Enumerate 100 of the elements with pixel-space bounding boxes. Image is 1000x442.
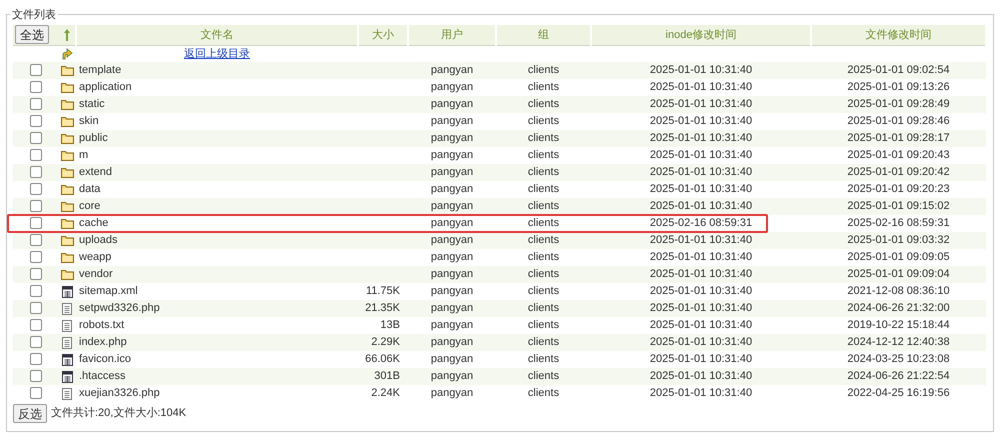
file-name: setpwd3326.php — [79, 302, 160, 314]
inode-time: 2025-01-01 10:31:40 — [650, 234, 752, 246]
folder-icon — [60, 150, 74, 161]
owner-name: pangyan — [430, 115, 474, 128]
row-checkbox[interactable] — [30, 302, 42, 314]
modified-time: 2022-04-25 16:19:56 — [847, 387, 950, 400]
row-checkbox[interactable] — [30, 268, 42, 280]
row-checkbox[interactable] — [30, 98, 42, 110]
invert-selection-button[interactable]: 反选 — [13, 404, 47, 423]
modified-time: 2025-01-01 09:20:43 — [847, 149, 950, 162]
file-name: index.php — [79, 336, 127, 348]
file-name: core — [79, 200, 100, 212]
column-header[interactable]: 组 — [538, 28, 549, 40]
folder-icon — [60, 132, 74, 144]
row-checkbox[interactable] — [30, 64, 42, 76]
modified-time: 2025-01-01 09:28:46 — [847, 115, 950, 128]
inode-time: 2025-01-01 10:31:40 — [650, 98, 752, 110]
group-name: clients — [528, 370, 560, 382]
modified-time: 2024-12-12 12:40:38 — [847, 336, 950, 348]
file-size: 2.24K — [371, 387, 400, 400]
modified-time: 2024-06-26 21:22:54 — [847, 370, 950, 382]
row-checkbox[interactable] — [30, 370, 42, 382]
modified-time: 2021-12-08 08:36:10 — [847, 285, 950, 298]
text-file-icon — [62, 336, 72, 348]
row-checkbox[interactable] — [30, 200, 42, 212]
row-checkbox[interactable] — [30, 285, 42, 298]
row-checkbox[interactable] — [30, 115, 42, 128]
sort-up-arrow-icon[interactable] — [64, 28, 70, 41]
inode-time: 2025-01-01 10:31:40 — [650, 183, 752, 196]
folder-icon — [60, 234, 74, 246]
file-name: extend — [79, 166, 112, 178]
owner-name: pangyan — [430, 251, 474, 264]
file-size: 21.35K — [365, 302, 400, 314]
group-name: clients — [528, 64, 560, 76]
select-all-button[interactable]: 全选 — [15, 25, 49, 44]
owner-name: pangyan — [430, 268, 474, 280]
owner-name: pangyan — [430, 64, 474, 76]
modified-time: 2025-01-01 09:13:26 — [847, 81, 950, 94]
group-name: clients — [528, 285, 560, 298]
text-file-icon — [62, 320, 72, 332]
modified-time: 2025-01-01 09:03:32 — [847, 234, 950, 246]
binary-file-icon — [62, 286, 72, 298]
folder-icon — [60, 98, 74, 110]
modified-time: 2025-01-01 09:20:42 — [847, 166, 950, 178]
row-checkbox[interactable] — [30, 166, 42, 178]
inode-time: 2025-01-01 10:31:40 — [650, 251, 752, 264]
folder-icon — [60, 184, 74, 195]
column-header[interactable]: 大小 — [372, 28, 394, 40]
group-name: clients — [528, 200, 560, 212]
file-size: 11.75K — [366, 285, 400, 298]
row-checkbox[interactable] — [30, 353, 42, 366]
binary-file-icon — [62, 354, 72, 366]
file-name: weapp — [79, 251, 112, 264]
modified-time: 2024-03-25 10:23:08 — [847, 353, 950, 366]
inode-time: 2025-01-01 10:31:40 — [650, 336, 752, 348]
owner-name: pangyan — [430, 183, 474, 196]
file-name: favicon.ico — [79, 353, 131, 366]
folder-icon — [60, 64, 74, 76]
row-checkbox[interactable] — [30, 387, 42, 400]
inode-time: 2025-01-01 10:31:40 — [650, 166, 752, 178]
owner-name: pangyan — [430, 336, 474, 348]
parent-folder-arrow-icon[interactable] — [61, 48, 73, 60]
inode-time: 2025-01-01 10:31:40 — [650, 115, 752, 128]
owner-name: pangyan — [430, 166, 474, 178]
group-name: clients — [528, 81, 560, 94]
row-checkbox[interactable] — [30, 149, 42, 162]
row-checkbox[interactable] — [30, 251, 42, 264]
inode-time: 2025-01-01 10:31:40 — [650, 64, 752, 76]
owner-name: pangyan — [430, 302, 474, 314]
column-header[interactable]: 文件名 — [200, 28, 234, 40]
row-checkbox[interactable] — [30, 183, 42, 196]
row-checkbox[interactable] — [30, 319, 42, 332]
column-header[interactable]: 文件修改时间 — [866, 28, 932, 40]
row-checkbox[interactable] — [30, 132, 42, 144]
inode-time: 2025-01-01 10:31:40 — [650, 370, 752, 382]
row-checkbox[interactable] — [30, 217, 42, 230]
modified-time: 2025-01-01 09:28:17 — [847, 132, 950, 144]
folder-icon — [60, 252, 74, 263]
group-name: clients — [528, 98, 560, 110]
parent-directory-link[interactable]: 返回上级目录 — [184, 48, 250, 60]
binary-file-icon — [62, 370, 72, 382]
row-checkbox[interactable] — [30, 234, 42, 246]
group-name: clients — [528, 302, 560, 314]
row-checkbox[interactable] — [30, 336, 42, 348]
file-name: public — [79, 132, 108, 144]
row-checkbox[interactable] — [30, 81, 42, 94]
owner-name: pangyan — [430, 387, 474, 400]
modified-time: 2019-10-22 15:18:44 — [847, 319, 950, 332]
file-name: m — [79, 149, 88, 162]
column-header[interactable]: 用户 — [441, 28, 463, 40]
column-header[interactable]: inode修改时间 — [666, 28, 736, 40]
group-name: clients — [528, 115, 560, 128]
folder-icon — [60, 82, 74, 93]
modified-time: 2025-02-16 08:59:31 — [847, 217, 950, 230]
inode-time: 2025-01-01 10:31:40 — [650, 302, 752, 314]
owner-name: pangyan — [430, 353, 474, 366]
file-name: vendor — [79, 268, 113, 280]
owner-name: pangyan — [430, 132, 474, 144]
inode-time: 2025-02-16 08:59:31 — [650, 217, 752, 230]
inode-time: 2025-01-01 10:31:40 — [650, 81, 752, 94]
